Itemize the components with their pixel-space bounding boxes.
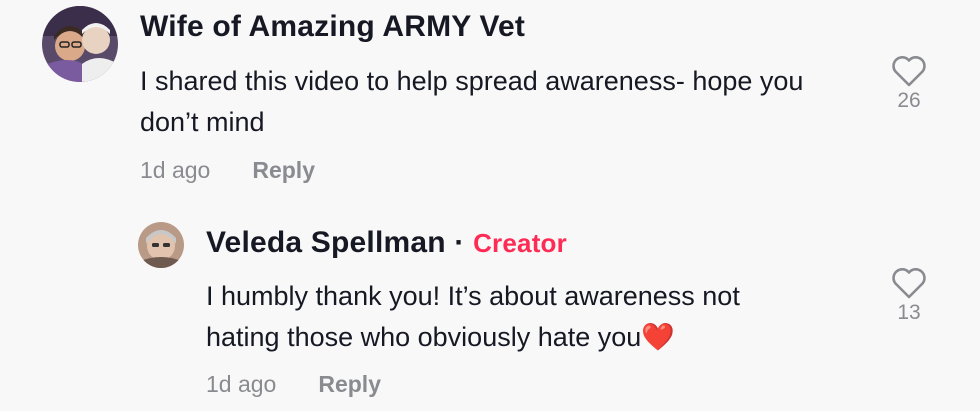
avatar-photo [42, 6, 118, 82]
heart-outline-icon [892, 56, 926, 87]
like-button[interactable]: 26 [887, 55, 931, 113]
comment-meta: 1d ago Reply [140, 157, 315, 184]
heart-outline-icon [892, 268, 926, 299]
comment-text: I humbly thank you! It’s about awareness… [206, 281, 740, 352]
like-count: 13 [897, 301, 921, 324]
like-count: 26 [897, 89, 921, 112]
comment-text: I shared this video to help spread aware… [140, 66, 804, 137]
avatar[interactable] [138, 222, 184, 268]
comment-author[interactable]: Veleda Spellman [206, 226, 446, 259]
comment-time: 1d ago [140, 157, 211, 183]
creator-badge: Creator [473, 228, 567, 258]
avatar[interactable] [42, 6, 118, 82]
reply-button[interactable]: Reply [252, 157, 315, 183]
comment-time: 1d ago [206, 371, 277, 397]
like-button[interactable]: 13 [887, 267, 931, 325]
comment-author[interactable]: Wife of Amazing ARMY Vet [140, 10, 525, 44]
author-separator: · [454, 226, 465, 259]
avatar-photo [138, 222, 184, 268]
reply-button[interactable]: Reply [318, 371, 381, 397]
comment-author-line: Veleda Spellman · Creator [206, 226, 567, 260]
comment-meta: 1d ago Reply [206, 371, 381, 398]
